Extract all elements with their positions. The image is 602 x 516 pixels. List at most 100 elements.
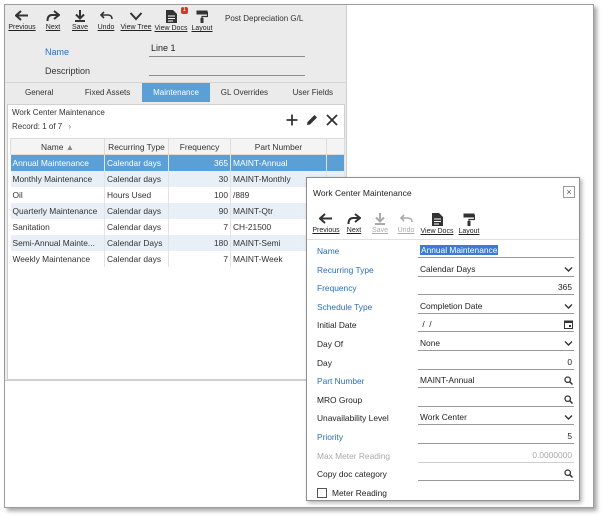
tab-general[interactable]: General [5, 83, 73, 102]
meter-reading-label: Meter Reading [332, 487, 387, 498]
part-number-input[interactable]: MAINT-Annual [418, 374, 574, 389]
table-row[interactable]: Oil Hours Used 100 /889 [10, 186, 345, 203]
view-docs-label: View Docs [154, 25, 188, 32]
undo-button[interactable]: Undo [93, 5, 119, 41]
part-number-label: Part Number [317, 376, 365, 387]
mro-group-input[interactable] [418, 393, 574, 407]
field-row-mro-group: MRO Group [307, 391, 579, 410]
priority-input[interactable]: 5 [418, 430, 574, 444]
download-arrow-icon [375, 213, 385, 225]
cell-name: Weekly Maintenance [10, 250, 105, 267]
column-header-frequency[interactable]: Frequency [168, 138, 231, 155]
search-icon[interactable] [564, 376, 573, 386]
cell-name: Quarterly Maintenance [10, 202, 105, 219]
initial-date-value: / / [420, 319, 432, 330]
table-header-row: Name ▲ Recurring Type Frequency Part Num… [10, 138, 345, 155]
meter-reading-checkbox[interactable] [317, 487, 327, 498]
table-row[interactable]: Semi-Annual Mainte... Calendar Days 180 … [10, 234, 345, 251]
cell-name: Oil [10, 186, 105, 203]
edit-pencil-icon[interactable] [306, 114, 318, 126]
paint-roller-icon [196, 10, 208, 23]
next-button[interactable]: Next [39, 5, 67, 41]
name-field[interactable]: Line 1 [149, 43, 305, 57]
column-header-recurring-type[interactable]: Recurring Type [104, 138, 169, 155]
name-label: Name [45, 47, 70, 57]
add-icon[interactable] [286, 114, 298, 126]
field-row-initial-date: Initial Date / / [307, 316, 579, 335]
unavailability-level-label: Unavailability Level [317, 413, 389, 424]
name-input[interactable]: Annual Maintenance [418, 244, 574, 258]
undo-label: Undo [97, 24, 115, 31]
dialog-toolbar: Previous Next Save Undo View Docs Layout [311, 208, 483, 238]
recurring-type-select[interactable]: Calendar Days [418, 263, 574, 277]
copy-doc-category-input[interactable] [418, 467, 574, 482]
layout-label: Layout [191, 25, 213, 32]
chevron-down-icon [564, 303, 573, 309]
download-arrow-icon [75, 10, 85, 22]
field-row-unavailability-level: Unavailability Level Work Center [307, 409, 579, 428]
field-row-schedule-type: Schedule Type Completion Date [307, 298, 579, 317]
cell-frequency: 365 [168, 154, 231, 171]
initial-date-input[interactable]: / / [418, 318, 574, 333]
table-row[interactable]: Quarterly Maintenance Calendar days 90 M… [10, 202, 345, 219]
dialog-undo-button[interactable]: Undo [393, 208, 419, 238]
view-tree-button[interactable]: View Tree [119, 5, 153, 41]
table-row[interactable]: Weekly Maintenance Calendar days 7 MAINT… [10, 250, 345, 267]
search-icon[interactable] [564, 395, 573, 404]
day-input[interactable]: 0 [418, 356, 574, 370]
frequency-label: Frequency [317, 283, 357, 294]
layout-button[interactable]: Layout [189, 5, 215, 41]
field-row-part-number: Part Number MAINT-Annual [307, 372, 579, 391]
tab-user-fields[interactable]: User Fields [279, 83, 347, 102]
dialog-layout-button[interactable]: Layout [455, 208, 483, 238]
cell-recurring-type: Calendar Days [104, 234, 169, 251]
cell-part-number: MAINT-Annual [230, 154, 327, 171]
dialog-previous-button[interactable]: Previous [311, 208, 341, 238]
application-window: Previous Next Save Undo View Tree 1 View… [4, 4, 594, 508]
cell-frequency: 7 [168, 250, 231, 267]
description-field[interactable] [149, 62, 305, 76]
grid-panel-actions [286, 114, 338, 126]
tab-gl-overrides[interactable]: GL Overrides [210, 83, 278, 102]
tab-fixed-assets[interactable]: Fixed Assets [73, 83, 141, 102]
name-input-selected-text: Annual Maintenance [420, 245, 499, 255]
record-counter-text: Record: 1 of 7 [12, 122, 63, 131]
dialog-title: Work Center Maintenance [313, 188, 412, 198]
view-docs-button[interactable]: 1 View Docs [153, 5, 189, 41]
day-of-select[interactable]: None [418, 337, 574, 351]
dialog-save-button[interactable]: Save [367, 208, 393, 238]
meter-reading-checkbox-row[interactable]: Meter Reading [307, 484, 579, 502]
dialog-view-docs-button[interactable]: View Docs [419, 208, 455, 238]
search-icon[interactable] [564, 469, 573, 479]
unavailability-level-select[interactable]: Work Center [418, 411, 574, 426]
cell-name: Semi-Annual Mainte... [10, 234, 105, 251]
table-row[interactable]: Monthly Maintenance Calendar days 30 MAI… [10, 170, 345, 187]
maintenance-grid-panel: Work Center Maintenance Record: 1 of 7 ›… [7, 104, 345, 380]
field-row-copy-doc-category: Copy doc category [307, 465, 579, 484]
initial-date-label: Initial Date [317, 320, 357, 331]
record-next-arrow[interactable]: › [68, 122, 71, 131]
save-label: Save [72, 24, 88, 31]
cell-recurring-type: Calendar days [104, 250, 169, 267]
column-header-name[interactable]: Name ▲ [10, 138, 105, 155]
sort-ascending-icon: ▲ [65, 141, 74, 152]
part-number-value: MAINT-Annual [420, 375, 475, 386]
delete-x-icon[interactable] [326, 114, 338, 126]
dialog-save-label: Save [372, 227, 388, 234]
tab-maintenance[interactable]: Maintenance [141, 83, 211, 102]
priority-label: Priority [317, 431, 344, 442]
dialog-close-button[interactable]: × [563, 186, 575, 198]
column-header-part-number[interactable]: Part Number [230, 138, 327, 155]
schedule-type-select[interactable]: Completion Date [418, 300, 574, 314]
unavailability-level-value: Work Center [420, 412, 467, 423]
table-row[interactable]: Sanitation Calendar days 7 CH-21500 [10, 218, 345, 235]
save-button[interactable]: Save [67, 5, 93, 41]
frequency-input[interactable]: 365 [418, 281, 574, 296]
dialog-next-button[interactable]: Next [341, 208, 367, 238]
table-row[interactable]: Annual Maintenance Calendar days 365 MAI… [10, 154, 345, 171]
cell-name: Sanitation [10, 218, 105, 235]
day-label: Day [317, 357, 332, 368]
post-depreciation-link[interactable]: Post Depreciation G/L [225, 14, 303, 23]
calendar-icon[interactable] [564, 320, 573, 330]
previous-button[interactable]: Previous [5, 5, 39, 41]
